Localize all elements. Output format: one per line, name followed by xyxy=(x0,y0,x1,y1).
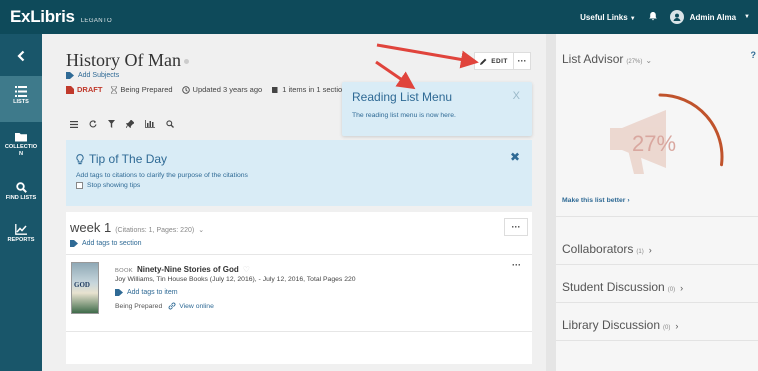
section-week-1: week 1 (Citations: 1, Pages: 220) ⌄ ··· … xyxy=(66,212,532,364)
product-name: LEGANTO xyxy=(80,18,113,24)
chevron-right-icon: › xyxy=(648,245,652,255)
pencil-icon xyxy=(480,58,487,65)
search-icon xyxy=(15,182,27,193)
collapse-lines-icon[interactable] xyxy=(70,115,78,133)
folder-icon xyxy=(14,133,27,142)
tip-close-button[interactable]: ✖ xyxy=(510,150,520,164)
lightbulb-icon xyxy=(76,153,84,164)
popover-title: Reading List Menu xyxy=(352,90,453,104)
section-meta: (Citations: 1, Pages: 220) xyxy=(115,227,195,234)
page-title: History Of Man xyxy=(66,50,189,71)
rail-item-find-lists[interactable]: FIND LISTS xyxy=(0,182,42,202)
book-cover-thumbnail[interactable]: GOD xyxy=(71,262,99,314)
add-tags-to-item-link[interactable]: Add tags to item xyxy=(115,289,178,296)
list-status-line: DRAFT Being Prepared Updated 3 years ago… xyxy=(66,85,350,94)
main-panel: History Of Man Add Subjects DRAFT Being … xyxy=(42,34,546,371)
clock-icon xyxy=(181,85,190,94)
book-icon xyxy=(272,86,278,93)
being-prepared-status: Being Prepared xyxy=(111,85,173,94)
citation-type: BOOK xyxy=(115,268,133,274)
citation-status-line: Being Prepared View online xyxy=(115,302,214,310)
divider xyxy=(66,254,532,255)
chevron-down-icon: ⌄ xyxy=(645,56,653,65)
rail-item-collections[interactable]: COLLECTIO N xyxy=(0,132,42,158)
section-more-button[interactable]: ··· xyxy=(504,218,528,236)
bell-icon[interactable] xyxy=(648,11,658,23)
left-rail: LISTS COLLECTIO N FIND LISTS REPORTS xyxy=(0,34,42,371)
chart-line-icon xyxy=(15,224,27,235)
citation-author-line: Joy Williams, Tin House Books (July 12, … xyxy=(115,276,356,283)
stop-showing-tips-checkbox[interactable]: Stop showing tips xyxy=(76,182,140,189)
top-bar: ExLibris LEGANTO Useful Links ▼ Admin Alm… xyxy=(0,0,758,34)
tip-body: Add tags to citations to clarify the pur… xyxy=(76,172,248,179)
citation-title-line: BOOK Ninety-Nine Stories of God ♡ xyxy=(115,265,250,274)
popover-close-button[interactable]: X xyxy=(513,90,520,102)
collaborators-link[interactable]: Collaborators (1) › xyxy=(562,242,652,256)
rail-item-reports[interactable]: REPORTS xyxy=(0,224,42,244)
back-button[interactable] xyxy=(0,50,42,64)
popover-body: The reading list menu is now here. xyxy=(352,112,456,119)
library-discussion-link[interactable]: Library Discussion (0) › xyxy=(562,318,678,332)
chevron-right-icon: › xyxy=(680,283,684,293)
document-icon xyxy=(66,85,74,94)
student-discussion-link[interactable]: Student Discussion (0) › xyxy=(562,280,683,294)
chevron-left-icon xyxy=(17,50,25,62)
draft-badge: DRAFT xyxy=(66,85,102,94)
citation-more-button[interactable]: ··· xyxy=(512,260,521,270)
avatar xyxy=(669,10,684,24)
list-more-button[interactable]: ··· xyxy=(513,52,531,70)
hourglass-icon xyxy=(111,85,118,94)
items-count-status: 1 items in 1 sections xyxy=(271,85,350,94)
list-toolbar xyxy=(70,115,174,133)
section-title[interactable]: week 1 xyxy=(70,220,111,235)
make-list-better-link[interactable]: Make this list better › xyxy=(562,197,630,204)
checkbox[interactable] xyxy=(76,182,83,189)
divider xyxy=(556,340,758,341)
divider xyxy=(556,264,758,265)
caret-down-icon: ▼ xyxy=(744,14,750,20)
caret-down-icon: ▼ xyxy=(629,15,636,22)
user-name: Admin Alma xyxy=(689,12,737,22)
tag-icon xyxy=(66,72,74,79)
exlibris-logo: ExLibris xyxy=(10,7,75,26)
topbar-actions: Useful Links ▼ Admin Alma ▼ xyxy=(580,0,750,34)
heart-icon[interactable]: ♡ xyxy=(243,265,250,274)
refresh-icon[interactable] xyxy=(89,115,97,133)
divider xyxy=(556,302,758,303)
tip-title: Tip of The Day xyxy=(76,152,167,166)
add-subjects-link[interactable]: Add Subjects xyxy=(66,72,119,79)
view-online-link[interactable]: View online xyxy=(168,302,214,310)
citation-status: Being Prepared xyxy=(115,302,163,310)
advisor-percentage: 27% xyxy=(632,131,677,156)
reading-list-menu-popover: Reading List Menu The reading list menu … xyxy=(342,82,532,136)
rail-item-lists[interactable]: LISTS xyxy=(0,76,42,122)
add-tags-to-section-link[interactable]: Add tags to section xyxy=(70,240,142,247)
useful-links-menu[interactable]: Useful Links ▼ xyxy=(580,13,636,22)
link-icon xyxy=(168,302,176,310)
tag-icon xyxy=(70,240,78,247)
chevron-down-icon[interactable]: ⌄ xyxy=(198,226,204,234)
filter-icon[interactable] xyxy=(108,115,115,133)
tag-icon xyxy=(115,289,123,296)
divider xyxy=(556,216,758,217)
tip-of-the-day: Tip of The Day Add tags to citations to … xyxy=(66,140,532,206)
help-icon[interactable]: ? xyxy=(751,50,757,60)
info-dot-icon[interactable] xyxy=(184,59,189,65)
right-panel: List Advisor (27%) ⌄ ? 27% Make this lis… xyxy=(556,34,758,371)
search-icon[interactable] xyxy=(166,115,174,133)
brand[interactable]: ExLibris LEGANTO xyxy=(10,7,112,27)
section-header: week 1 (Citations: 1, Pages: 220) ⌄ xyxy=(70,220,204,235)
list-advisor-header[interactable]: List Advisor (27%) ⌄ xyxy=(562,52,652,66)
panel-gutter xyxy=(546,34,556,371)
bar-chart-icon[interactable] xyxy=(145,115,155,133)
edit-button[interactable]: EDIT xyxy=(474,52,514,70)
updated-status: Updated 3 years ago xyxy=(181,85,262,94)
list-icon xyxy=(15,86,27,97)
divider xyxy=(66,331,532,332)
chevron-right-icon: › xyxy=(675,321,679,331)
user-menu[interactable]: Admin Alma ▼ xyxy=(669,10,750,24)
pin-icon[interactable] xyxy=(125,115,135,133)
citation-title[interactable]: Ninety-Nine Stories of God xyxy=(137,265,239,274)
